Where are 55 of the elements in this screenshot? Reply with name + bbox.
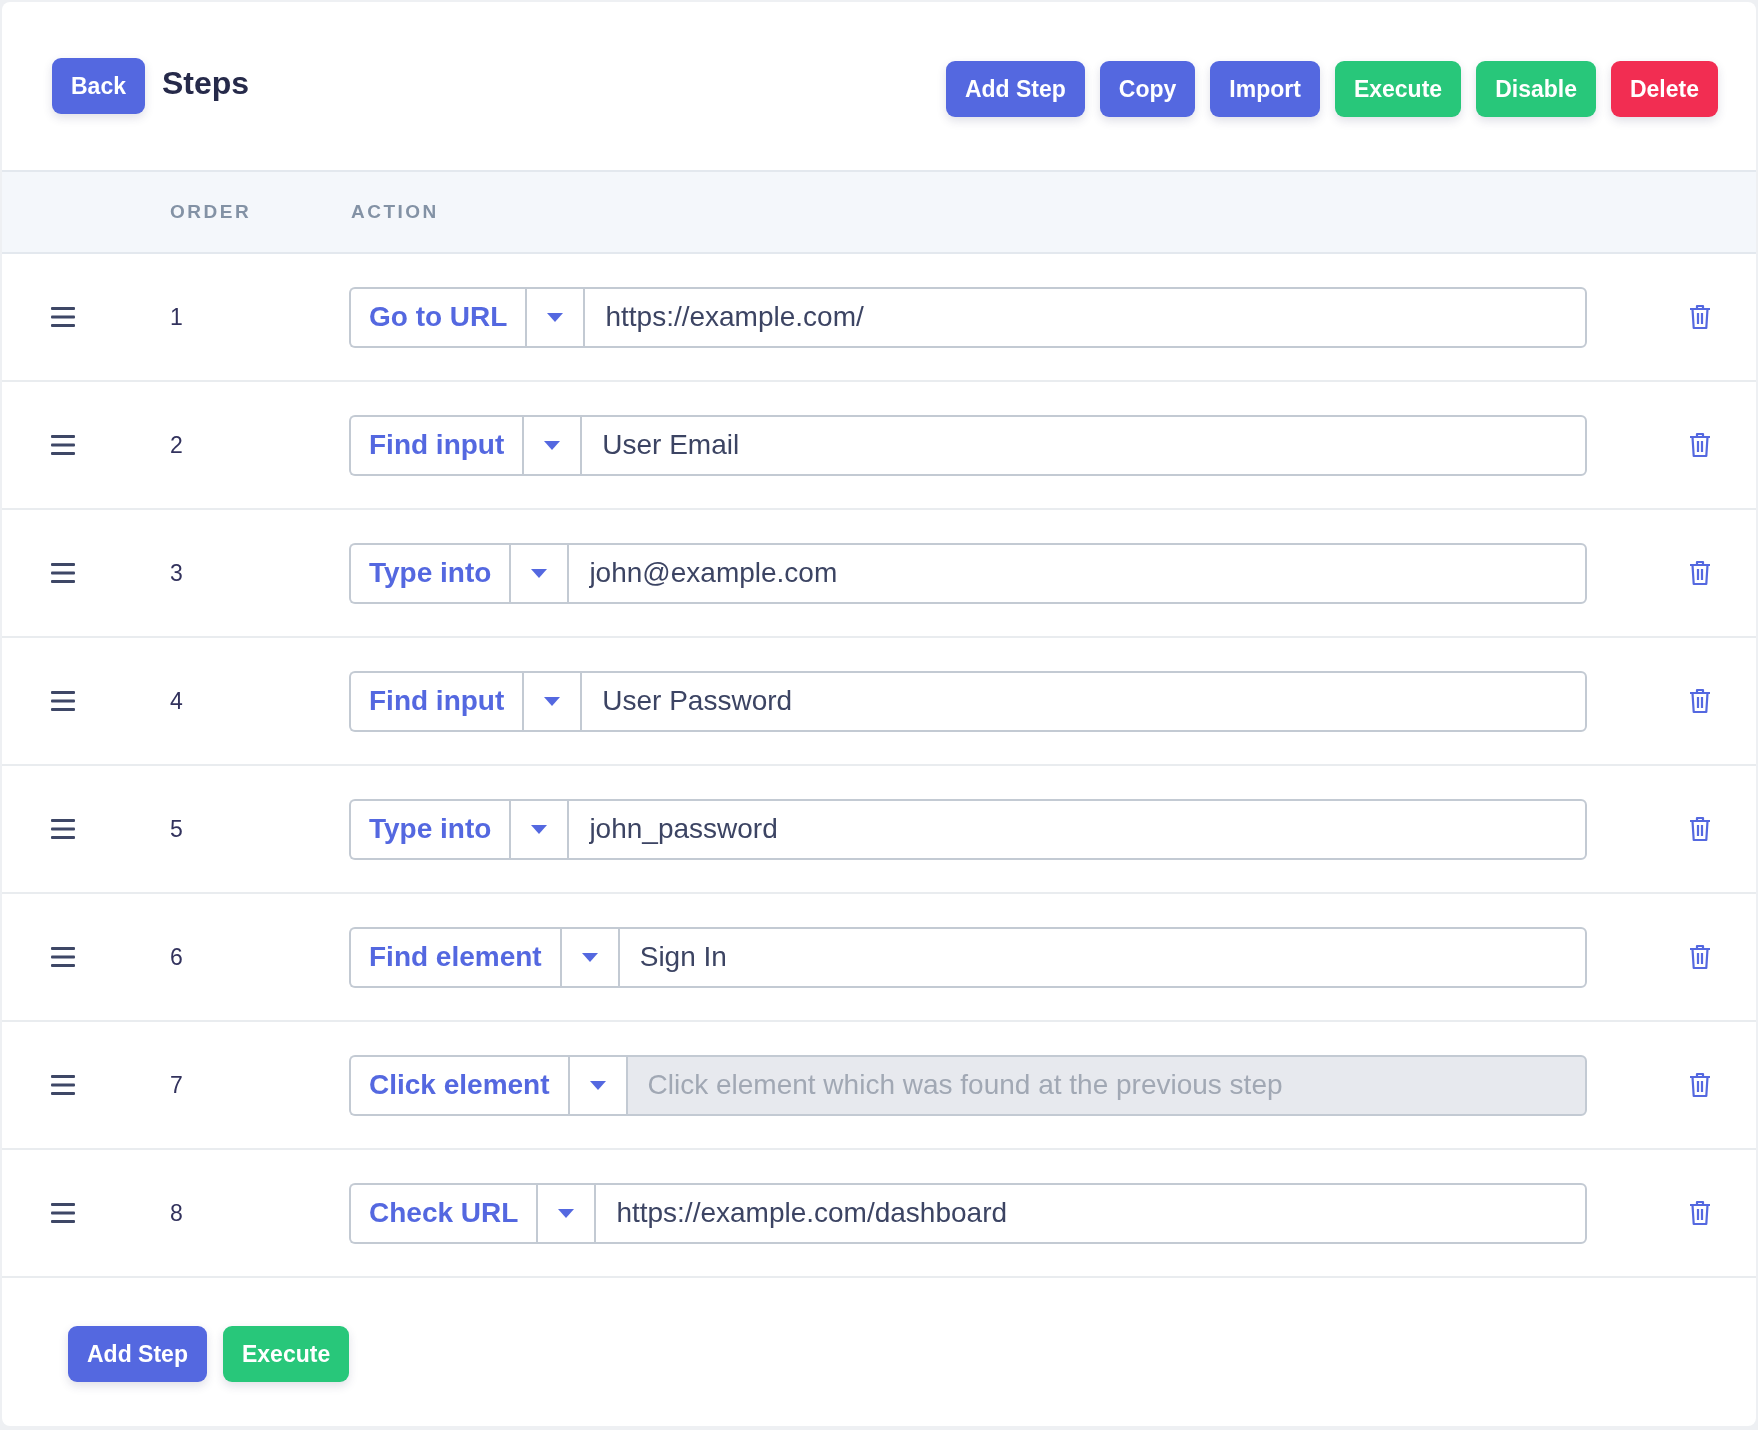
column-header: ORDER [170, 201, 253, 223]
order-number: 7 [170, 1071, 184, 1099]
action-button[interactable]: Copy [1099, 61, 1196, 117]
drag-handle-icon[interactable] [51, 1075, 75, 1095]
caret-icon [558, 1208, 575, 1218]
trash-icon[interactable] [1689, 944, 1711, 970]
step-value-field[interactable]: https://example.com/ [583, 286, 1587, 348]
step-value-field[interactable]: Sign In [617, 926, 1587, 988]
back-button[interactable]: Back [52, 58, 145, 114]
action-select[interactable]: Type into [349, 798, 510, 860]
trash-icon[interactable] [1689, 560, 1711, 586]
action-select[interactable]: Type into [349, 542, 510, 604]
action-select[interactable]: Find input [349, 670, 523, 732]
order-number: 1 [170, 303, 184, 331]
trash-icon[interactable] [1689, 304, 1711, 330]
caret-icon [531, 824, 548, 834]
page-title: Steps [162, 64, 250, 102]
drag-handle-icon[interactable] [51, 435, 75, 455]
order-number: 8 [170, 1199, 184, 1227]
step-value-field[interactable]: john@example.com [567, 542, 1587, 604]
drag-handle-icon[interactable] [51, 819, 75, 839]
trash-icon[interactable] [1689, 816, 1711, 842]
drag-handle-icon[interactable] [51, 307, 75, 327]
action-select[interactable]: Go to URL [349, 286, 526, 348]
caret-icon [544, 440, 561, 450]
action-button[interactable]: Add Step [945, 61, 1085, 117]
order-number: 5 [170, 815, 184, 843]
action-button[interactable]: Import [1210, 61, 1320, 117]
caret-icon [547, 312, 564, 322]
caret-icon [544, 696, 561, 706]
column-header: ACTION [351, 201, 440, 223]
action-button[interactable]: Delete [1610, 61, 1718, 117]
action-button[interactable]: Add Step [68, 1326, 207, 1382]
trash-icon[interactable] [1689, 432, 1711, 458]
action-select[interactable]: Find element [349, 926, 560, 988]
step-value-field[interactable]: User Password [580, 670, 1587, 732]
drag-handle-icon[interactable] [51, 563, 75, 583]
step-value-field[interactable]: https://example.com/dashboard [594, 1182, 1587, 1244]
order-number: 4 [170, 687, 184, 715]
trash-icon[interactable] [1689, 1200, 1711, 1226]
step-value-field[interactable]: john_password [567, 798, 1587, 860]
action-select[interactable]: Check URL [349, 1182, 537, 1244]
caret-icon [589, 1080, 606, 1090]
drag-handle-icon[interactable] [51, 947, 75, 967]
action-select[interactable]: Find input [349, 414, 523, 476]
order-number: 2 [170, 431, 184, 459]
caret-icon [531, 568, 548, 578]
order-number: 6 [170, 943, 184, 971]
drag-handle-icon[interactable] [51, 1203, 75, 1223]
order-number: 3 [170, 559, 184, 587]
caret-icon [581, 952, 598, 962]
trash-icon[interactable] [1689, 1072, 1711, 1098]
drag-handle-icon[interactable] [51, 691, 75, 711]
trash-icon[interactable] [1689, 688, 1711, 714]
step-value-field[interactable]: User Email [580, 414, 1587, 476]
